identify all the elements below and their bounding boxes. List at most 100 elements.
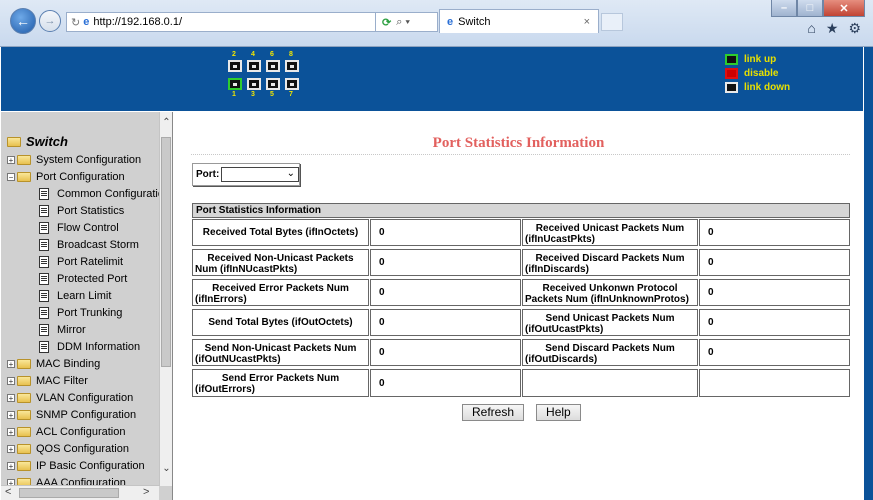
sidebar: Switch + System Configuration − Port Confi…: [1, 112, 173, 500]
port-number: 2: [232, 51, 236, 58]
port-2-icon[interactable]: [228, 60, 242, 72]
expand-icon[interactable]: +: [7, 461, 15, 470]
link-up-icon: [725, 54, 738, 65]
sidebar-item-mac-binding[interactable]: + MAC Binding: [7, 355, 100, 372]
minimize-icon[interactable]: –: [771, 0, 797, 17]
switch-banner: 2 4 6 8 1 3 5 7 link up disable link dow…: [1, 47, 863, 111]
port-1-icon[interactable]: [228, 78, 242, 90]
maximize-icon[interactable]: □: [797, 0, 823, 17]
sidebar-item-acl-configuration[interactable]: + ACL Configuration: [7, 423, 125, 440]
folder-icon: [17, 443, 31, 454]
sidebar-item-ip-basic-configuration[interactable]: + IP Basic Configuration: [7, 457, 145, 474]
stat-label: Send Non-Unicast Packets Num (ifOutNUcast…: [192, 339, 369, 366]
browser-toolbar: ← → ↻ e http://192.168.0.1/ ⟳ ⌕ ▾ e Swit…: [0, 0, 873, 47]
tab-close-icon[interactable]: ×: [584, 16, 590, 28]
sidebar-item-snmp-configuration[interactable]: + SNMP Configuration: [7, 406, 136, 423]
home-icon[interactable]: ⌂: [807, 20, 815, 37]
expand-icon[interactable]: +: [7, 376, 15, 385]
expand-icon[interactable]: +: [7, 444, 15, 453]
sidebar-horizontal-scrollbar[interactable]: < >: [1, 485, 159, 500]
scroll-up-icon[interactable]: ⌃: [161, 117, 172, 128]
new-tab-button[interactable]: [601, 13, 623, 31]
stat-label: Received Unicast Packets Num (ifInUcastPk…: [522, 219, 698, 246]
refresh-button[interactable]: Refresh: [462, 404, 525, 421]
port-8-icon[interactable]: [285, 60, 299, 72]
stat-label: Send Total Bytes (ifOutOctets): [192, 309, 369, 336]
scroll-down-icon[interactable]: ⌄: [161, 463, 172, 474]
port-number: 4: [251, 51, 255, 58]
expand-icon[interactable]: +: [7, 359, 15, 368]
sidebar-item-system-configuration[interactable]: + System Configuration: [7, 151, 141, 168]
page-icon: [39, 255, 49, 268]
stat-label: [522, 369, 698, 397]
port-number: 5: [270, 91, 274, 98]
stat-value: 0: [370, 249, 521, 276]
scroll-thumb[interactable]: [19, 488, 119, 498]
disable-icon: [725, 68, 738, 79]
forward-icon[interactable]: →: [39, 10, 61, 32]
sidebar-item-broadcast-storm[interactable]: Broadcast Storm: [39, 236, 139, 253]
scroll-thumb[interactable]: [161, 137, 171, 367]
stat-label: Received Total Bytes (ifInOctets): [192, 219, 369, 246]
action-buttons: Refresh Help: [462, 404, 581, 421]
page-icon: [39, 221, 49, 234]
scroll-right-icon[interactable]: >: [143, 486, 149, 498]
page-icon: [39, 238, 49, 251]
page-icon: [39, 323, 49, 336]
sidebar-item-port-trunking[interactable]: Port Trunking: [39, 304, 122, 321]
frame-border: [864, 47, 873, 500]
scroll-left-icon[interactable]: <: [5, 486, 11, 498]
stat-label: Received Error Packets Num (ifInErrors): [192, 279, 369, 306]
port-6-icon[interactable]: [266, 60, 280, 72]
star-icon[interactable]: ★: [826, 20, 839, 37]
port-panel: 2 4 6 8 1 3 5 7: [224, 51, 304, 105]
page-icon: [39, 340, 49, 353]
sidebar-item-vlan-configuration[interactable]: + VLAN Configuration: [7, 389, 133, 406]
chevron-down-icon[interactable]: ⌄: [287, 168, 295, 179]
sidebar-item-learn-limit[interactable]: Learn Limit: [39, 287, 111, 304]
port-select[interactable]: ⌄: [221, 167, 299, 182]
sidebar-item-ddm-information[interactable]: DDM Information: [39, 338, 140, 355]
address-bar[interactable]: ↻ e http://192.168.0.1/: [66, 12, 376, 32]
port-3-icon[interactable]: [247, 78, 261, 90]
expand-icon[interactable]: +: [7, 393, 15, 402]
sidebar-item-port-ratelimit[interactable]: Port Ratelimit: [39, 253, 123, 270]
port-selector: Port: ⌄: [192, 163, 300, 186]
window-controls: – □ ✕: [771, 0, 865, 17]
legend-link-down: link down: [725, 81, 790, 94]
gear-icon[interactable]: ⚙: [848, 20, 861, 37]
sidebar-item-mac-filter[interactable]: + MAC Filter: [7, 372, 88, 389]
stat-value: 0: [699, 309, 850, 336]
port-5-icon[interactable]: [266, 78, 280, 90]
sidebar-item-port-statistics[interactable]: Port Statistics: [39, 202, 124, 219]
folder-open-icon: [17, 171, 31, 182]
port-4-icon[interactable]: [247, 60, 261, 72]
sidebar-item-port-configuration[interactable]: − Port Configuration: [7, 168, 125, 185]
expand-icon[interactable]: +: [7, 155, 15, 164]
tree-root-switch[interactable]: Switch: [7, 133, 68, 150]
sidebar-vertical-scrollbar[interactable]: ⌃ ⌄: [159, 112, 172, 486]
nav-tree: Switch + System Configuration − Port Confi…: [1, 112, 164, 500]
help-button[interactable]: Help: [536, 404, 581, 421]
expand-icon[interactable]: +: [7, 410, 15, 419]
sidebar-item-flow-control[interactable]: Flow Control: [39, 219, 119, 236]
collapse-icon[interactable]: −: [7, 172, 15, 181]
address-url[interactable]: http://192.168.0.1/: [93, 16, 182, 28]
tab-switch[interactable]: e Switch ×: [439, 9, 599, 33]
port-7-icon[interactable]: [285, 78, 299, 90]
port-label: Port:: [196, 169, 220, 180]
sidebar-item-mirror[interactable]: Mirror: [39, 321, 86, 338]
page-icon: [39, 306, 49, 319]
sidebar-item-common-configuration[interactable]: Common Configuratio: [39, 185, 164, 202]
compat-icon[interactable]: ⟳: [382, 16, 391, 29]
back-icon[interactable]: ←: [10, 8, 36, 34]
refresh-icon[interactable]: ↻: [71, 16, 80, 29]
page-title: Port Statistics Information: [432, 135, 605, 151]
toolbar-icons: ⌂ ★ ⚙: [807, 20, 861, 37]
search-icon[interactable]: ⌕ ▾: [396, 16, 410, 29]
stat-label: Received Discard Packets Num (ifInDiscard…: [522, 249, 698, 276]
sidebar-item-qos-configuration[interactable]: + QOS Configuration: [7, 440, 129, 457]
sidebar-item-protected-port[interactable]: Protected Port: [39, 270, 127, 287]
close-icon[interactable]: ✕: [823, 0, 865, 17]
expand-icon[interactable]: +: [7, 427, 15, 436]
